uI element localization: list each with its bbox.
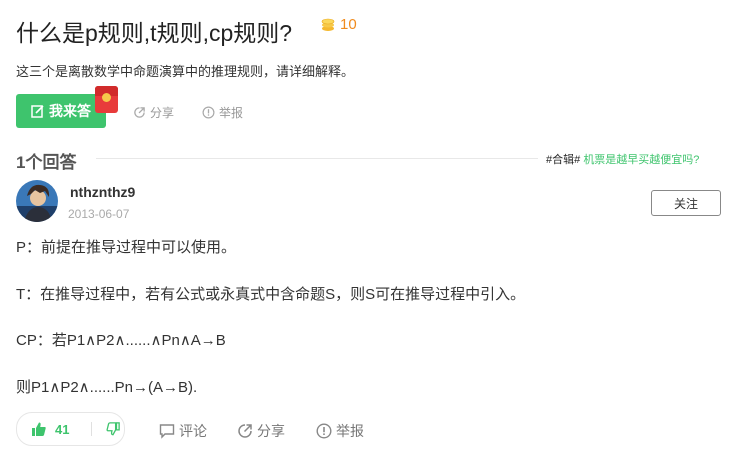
reward-amount: 10 — [340, 16, 357, 33]
answer-button[interactable]: 我来答 — [16, 94, 106, 128]
reward-badge: 10 — [320, 16, 357, 33]
comment-button[interactable]: 评论 — [159, 421, 207, 441]
topic-link-row[interactable]: #合辑# 机票是越早买越便宜吗? — [546, 151, 699, 167]
username[interactable]: nthznthz9 — [70, 184, 135, 200]
question-description: 这三个是离散数学中命题演算中的推理规则，请详细解释。 — [16, 64, 355, 79]
avatar[interactable] — [16, 180, 58, 222]
question-title: 什么是p规则,t规则,cp规则? — [16, 20, 293, 46]
answer-line-1: P：前提在推导过程中可以使用。 — [16, 239, 237, 256]
answer-count: 1个回答 — [16, 153, 77, 172]
answer-report-button[interactable]: 举报 — [316, 421, 364, 441]
vote-count: 41 — [55, 421, 70, 437]
red-packet-icon — [95, 86, 118, 113]
question-share-label: 分享 — [150, 106, 175, 120]
answer-button-label: 我来答 — [49, 103, 91, 119]
answer-report-label: 举报 — [336, 423, 364, 439]
question-report-button[interactable]: 举报 — [202, 104, 243, 121]
question-share-button[interactable]: 分享 — [133, 104, 174, 121]
thumbs-down-icon — [106, 422, 120, 436]
downvote-button[interactable] — [92, 422, 120, 436]
edit-icon — [31, 105, 44, 118]
upvote-button[interactable]: 41 — [17, 421, 79, 437]
alert-icon — [316, 423, 332, 439]
alert-icon — [202, 106, 215, 119]
answer-line-2: T：在推导过程中，若有公式或永真式中含命题S，则S可在推导过程中引入。 — [16, 286, 526, 303]
question-report-label: 举报 — [219, 106, 244, 120]
thumbs-up-icon — [32, 422, 46, 436]
coin-icon — [321, 18, 335, 31]
vote-group: 41 — [16, 412, 125, 446]
answer-share-button[interactable]: 分享 — [237, 421, 285, 441]
comment-icon — [159, 424, 175, 439]
answer-line-4: 则P1∧P2∧......Pn→(A→B). — [16, 379, 198, 396]
topic-tag: #合辑# — [546, 154, 581, 166]
share-icon — [238, 424, 252, 438]
answer-line-3: CP：若P1∧P2∧......∧Pn∧A→B — [16, 332, 226, 349]
topic-link[interactable]: 机票是越早买越便宜吗? — [583, 154, 699, 166]
section-divider — [96, 158, 538, 159]
answer-share-label: 分享 — [257, 423, 285, 439]
follow-button[interactable]: 关注 — [651, 190, 721, 216]
answer-date: 2013-06-07 — [68, 207, 130, 221]
comment-label: 评论 — [179, 423, 207, 439]
share-icon — [134, 107, 145, 118]
